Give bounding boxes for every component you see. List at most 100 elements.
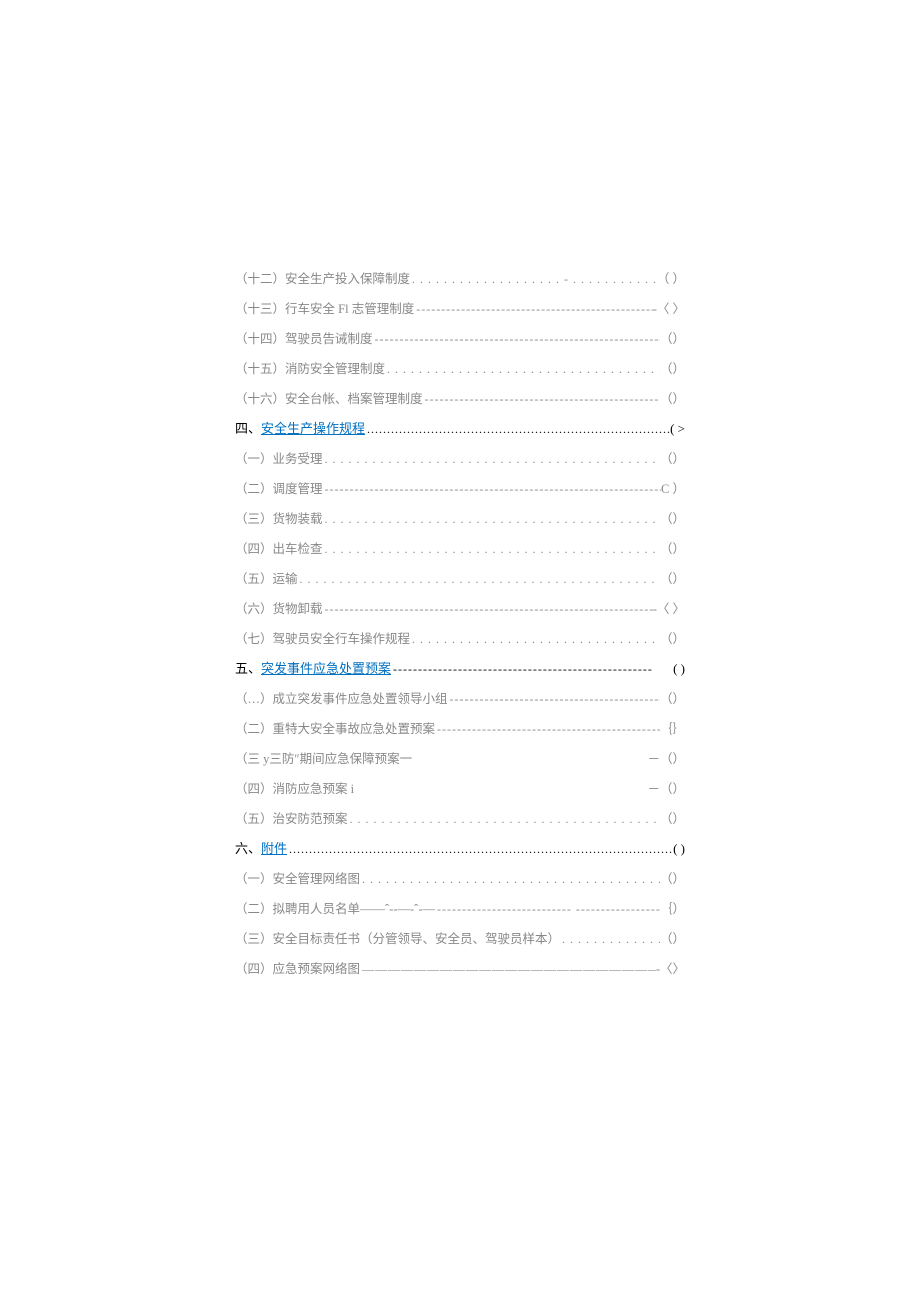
toc-line: （四）应急预案网络图 —————————————————————————————… [235, 958, 685, 977]
toc-leader: . . . . . . . . . . . . . . . . . . . . … [410, 632, 660, 647]
toc-page: -〈〉 [656, 958, 685, 977]
toc-line: （五）治安防范预案 . . . . . . . . . . . . . . . … [235, 808, 685, 827]
toc-leader: ----------------------------------------… [373, 332, 660, 347]
toc-line: （六）货物卸载 --------------------------------… [235, 598, 685, 617]
toc-page: （） [660, 628, 685, 647]
toc-page: ｛） [660, 898, 685, 917]
toc-line: （一）业务受理 . . . . . . . . . . . . . . . . … [235, 448, 685, 467]
toc-text: 拟聘用人员名单——ˆ--—-ˆ-— [273, 898, 435, 917]
toc-leader: ----------------------------------------… [435, 722, 660, 737]
toc-text: 消防安全管理制度 [285, 358, 385, 377]
toc-text: 消防应急预案 i [273, 778, 355, 797]
toc-text: 货物卸载 [273, 598, 323, 617]
toc-text: 驾驶员告诫制度 [285, 328, 373, 347]
toc-prefix: 四、 [235, 418, 261, 437]
toc-leader: . . . . . . . . . . . . . . . . . . . . … [298, 572, 660, 587]
toc-link[interactable]: 安全生产操作规程 [261, 418, 365, 437]
toc-leader: ----------------------------------------… [414, 302, 653, 317]
toc-text: 货物装载 [273, 508, 323, 527]
toc-line: （二）调度管理 --------------------------------… [235, 478, 685, 497]
toc-text: 重特大安全事故应急处置预案 [273, 718, 436, 737]
toc-prefix: （三 y [235, 748, 269, 767]
toc-leader: . . . . . . . . . . . . . . . . . . . . … [385, 362, 660, 377]
toc-prefix: （十六） [235, 388, 285, 407]
toc-prefix: （六） [235, 598, 273, 617]
toc-page: （） [660, 538, 685, 557]
toc-page: －（） [647, 778, 685, 797]
toc-line: （三 y 三防″期间应急保障预案一 －（） [235, 748, 685, 767]
toc-prefix: （…） [235, 688, 273, 707]
toc-container: （十二）安全生产投入保障制度 . . . . . . . . . . . . . … [235, 268, 685, 977]
toc-line: （三）安全目标责任书（分管领导、安全员、驾驶员样本） . . . . . . .… [235, 928, 685, 947]
toc-leader: ........................................… [365, 422, 670, 437]
toc-line: （二）重特大安全事故应急处置预案 -----------------------… [235, 718, 685, 737]
toc-page: （ ） [657, 268, 685, 287]
toc-prefix: （五） [235, 568, 273, 587]
toc-prefix: （五） [235, 808, 273, 827]
toc-line: （四）消防应急预案 i －（） [235, 778, 685, 797]
toc-page: （） [660, 328, 685, 347]
toc-text: 安全目标责任书（分管领导、安全员、驾驶员样本） [273, 928, 561, 947]
toc-text: 出车检查 [273, 538, 323, 557]
toc-leader: ----------------------------------------… [391, 662, 673, 677]
toc-prefix: （二） [235, 898, 273, 917]
toc-line: 四、安全生产操作规程..............................… [235, 418, 685, 437]
toc-line: （五）运输 . . . . . . . . . . . . . . . . . … [235, 568, 685, 587]
toc-page: （） [660, 688, 685, 707]
toc-prefix: （一） [235, 448, 273, 467]
toc-page: （） [660, 928, 685, 947]
toc-line: （十四）驾驶员告诫制度 ----------------------------… [235, 328, 685, 347]
toc-page: （） [660, 508, 685, 527]
toc-leader: ----------------------------------------… [323, 602, 653, 617]
toc-page: （） [660, 868, 685, 887]
toc-prefix: （二） [235, 478, 273, 497]
toc-prefix: 五、 [235, 658, 261, 677]
toc-leader: ————————————————————————————— [360, 962, 656, 977]
toc-leader: ----------------------------------------… [423, 392, 660, 407]
toc-prefix: （十三） [235, 298, 285, 317]
toc-leader: . . . . . . . . . . . . . . . . . . . . … [323, 542, 660, 557]
toc-text: 驾驶员安全行车操作规程 [273, 628, 411, 647]
toc-text: 三防″期间应急保障预案一 [269, 748, 412, 767]
toc-prefix: （十五） [235, 358, 285, 377]
toc-page: -〈 〉 [653, 598, 685, 617]
toc-page: （） [660, 568, 685, 587]
toc-page: －（） [647, 748, 685, 767]
toc-page: ｛｝ [660, 718, 685, 737]
toc-leader: . . . . . . . . . . . . . . . . [560, 932, 660, 947]
toc-line: （十五）消防安全管理制度 . . . . . . . . . . . . . .… [235, 358, 685, 377]
toc-leader: ----------------------------------------… [448, 692, 660, 707]
toc-link[interactable]: 突发事件应急处置预案 [261, 658, 391, 677]
toc-prefix: （三） [235, 928, 273, 947]
toc-leader: ........................................… [287, 842, 673, 857]
toc-text: 安全台帐、档案管理制度 [285, 388, 423, 407]
toc-line: （十三）行车安全 Fl 志管理制度 ----------------------… [235, 298, 685, 317]
toc-prefix: （二） [235, 718, 273, 737]
toc-page: ( > [670, 421, 685, 437]
toc-prefix: （四） [235, 958, 273, 977]
toc-text: 调度管理 [273, 478, 323, 497]
toc-text: 安全管理网络图 [273, 868, 361, 887]
toc-line: （一）安全管理网络图 . . . . . . . . . . . . . . .… [235, 868, 685, 887]
toc-page: ( ) [673, 841, 685, 857]
toc-text: 应急预案网络图 [273, 958, 361, 977]
toc-line: （二）拟聘用人员名单——ˆ--—-ˆ-— -------------------… [235, 898, 685, 917]
toc-page: （） [660, 388, 685, 407]
toc-leader: . . . . . . . . . . . . . . . . . . . . … [348, 812, 660, 827]
toc-leader: . . . . . . . . . . . . . . . . . . . . … [323, 452, 660, 467]
toc-line: 五、突发事件应急处置预案 ---------------------------… [235, 658, 685, 677]
toc-prefix: （四） [235, 538, 273, 557]
toc-line: 六、附件....................................… [235, 838, 685, 857]
toc-line: （十六）安全台帐、档案管理制度 ------------------------… [235, 388, 685, 407]
toc-line: （十二）安全生产投入保障制度. . . . . . . . . . . . . … [235, 268, 685, 287]
toc-leader: . . . . . . . . . . . . . . . . . . . . … [360, 872, 660, 887]
toc-prefix: （一） [235, 868, 273, 887]
toc-prefix: （十四） [235, 328, 285, 347]
toc-text: 业务受理 [273, 448, 323, 467]
toc-link[interactable]: 附件 [261, 838, 287, 857]
toc-text: 安全生产投入保障制度 [285, 268, 410, 287]
toc-page: -〈 〉 [653, 298, 685, 317]
toc-page: （） [660, 808, 685, 827]
toc-prefix: （七） [235, 628, 273, 647]
toc-prefix: （十二） [235, 268, 285, 287]
